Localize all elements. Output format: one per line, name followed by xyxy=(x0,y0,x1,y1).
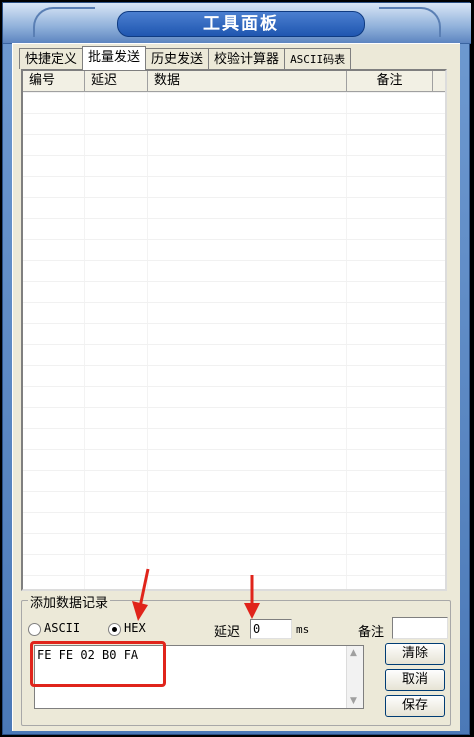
batch-send-list[interactable]: 编号 延迟 数据 备注 xyxy=(21,69,447,591)
tab-ascii-table[interactable]: ASCII码表 xyxy=(284,48,352,69)
annotation-highlight-box xyxy=(30,641,166,687)
column-header-data[interactable]: 数据 xyxy=(148,71,347,91)
scroll-down-icon[interactable]: ▼ xyxy=(350,696,357,706)
tab-checksum-calculator[interactable]: 校验计算器 xyxy=(208,48,286,69)
delay-input[interactable]: 0 xyxy=(250,619,292,639)
cancel-button[interactable]: 取消 xyxy=(385,669,445,691)
list-header: 编号 延迟 数据 备注 xyxy=(23,71,445,92)
scroll-up-icon[interactable]: ▲ xyxy=(350,648,357,658)
tool-panel-window: 工具面板 快捷定义 批量发送 历史发送 校验计算器 ASCII码表 编号 延迟 … xyxy=(2,2,471,735)
ascii-radio[interactable] xyxy=(28,623,41,636)
ascii-radio-label[interactable]: ASCII xyxy=(44,621,80,635)
title-decoration-right xyxy=(379,7,441,37)
mode-row: ASCII HEX 延迟 0 ms 备注 xyxy=(28,617,448,640)
add-record-group: 添加数据记录 ASCII HEX 延迟 0 ms 备注 FE FE 02 B0 … xyxy=(21,568,451,726)
annotation-arrow-hex xyxy=(130,567,154,623)
title-decoration-left xyxy=(33,7,95,37)
delay-unit: ms xyxy=(296,623,310,636)
tab-quick-define[interactable]: 快捷定义 xyxy=(19,48,84,69)
annotation-arrow-delay xyxy=(242,573,262,621)
hex-radio-label[interactable]: HEX xyxy=(124,621,146,635)
list-body[interactable] xyxy=(23,92,445,589)
column-header-note[interactable]: 备注 xyxy=(347,71,433,91)
tab-history-send[interactable]: 历史发送 xyxy=(145,48,210,69)
hex-radio[interactable] xyxy=(108,623,121,636)
tab-strip: 快捷定义 批量发送 历史发送 校验计算器 ASCII码表 xyxy=(19,46,352,70)
clear-button[interactable]: 清除 xyxy=(385,643,445,665)
textarea-scrollbar[interactable]: ▲ ▼ xyxy=(346,646,363,708)
panel-client-area: 快捷定义 批量发送 历史发送 校验计算器 ASCII码表 编号 延迟 数据 备注… xyxy=(12,43,460,731)
group-label: 添加数据记录 xyxy=(28,592,111,611)
tab-batch-send[interactable]: 批量发送 xyxy=(82,46,147,70)
window-title: 工具面板 xyxy=(117,11,365,37)
note-input[interactable] xyxy=(392,617,448,639)
save-button[interactable]: 保存 xyxy=(385,695,445,717)
delay-label: 延迟 xyxy=(214,625,241,640)
column-header-delay[interactable]: 延迟 xyxy=(85,71,148,91)
column-header-number[interactable]: 编号 xyxy=(23,71,85,91)
note-label: 备注 xyxy=(358,625,385,640)
title-bar[interactable]: 工具面板 xyxy=(3,3,471,44)
